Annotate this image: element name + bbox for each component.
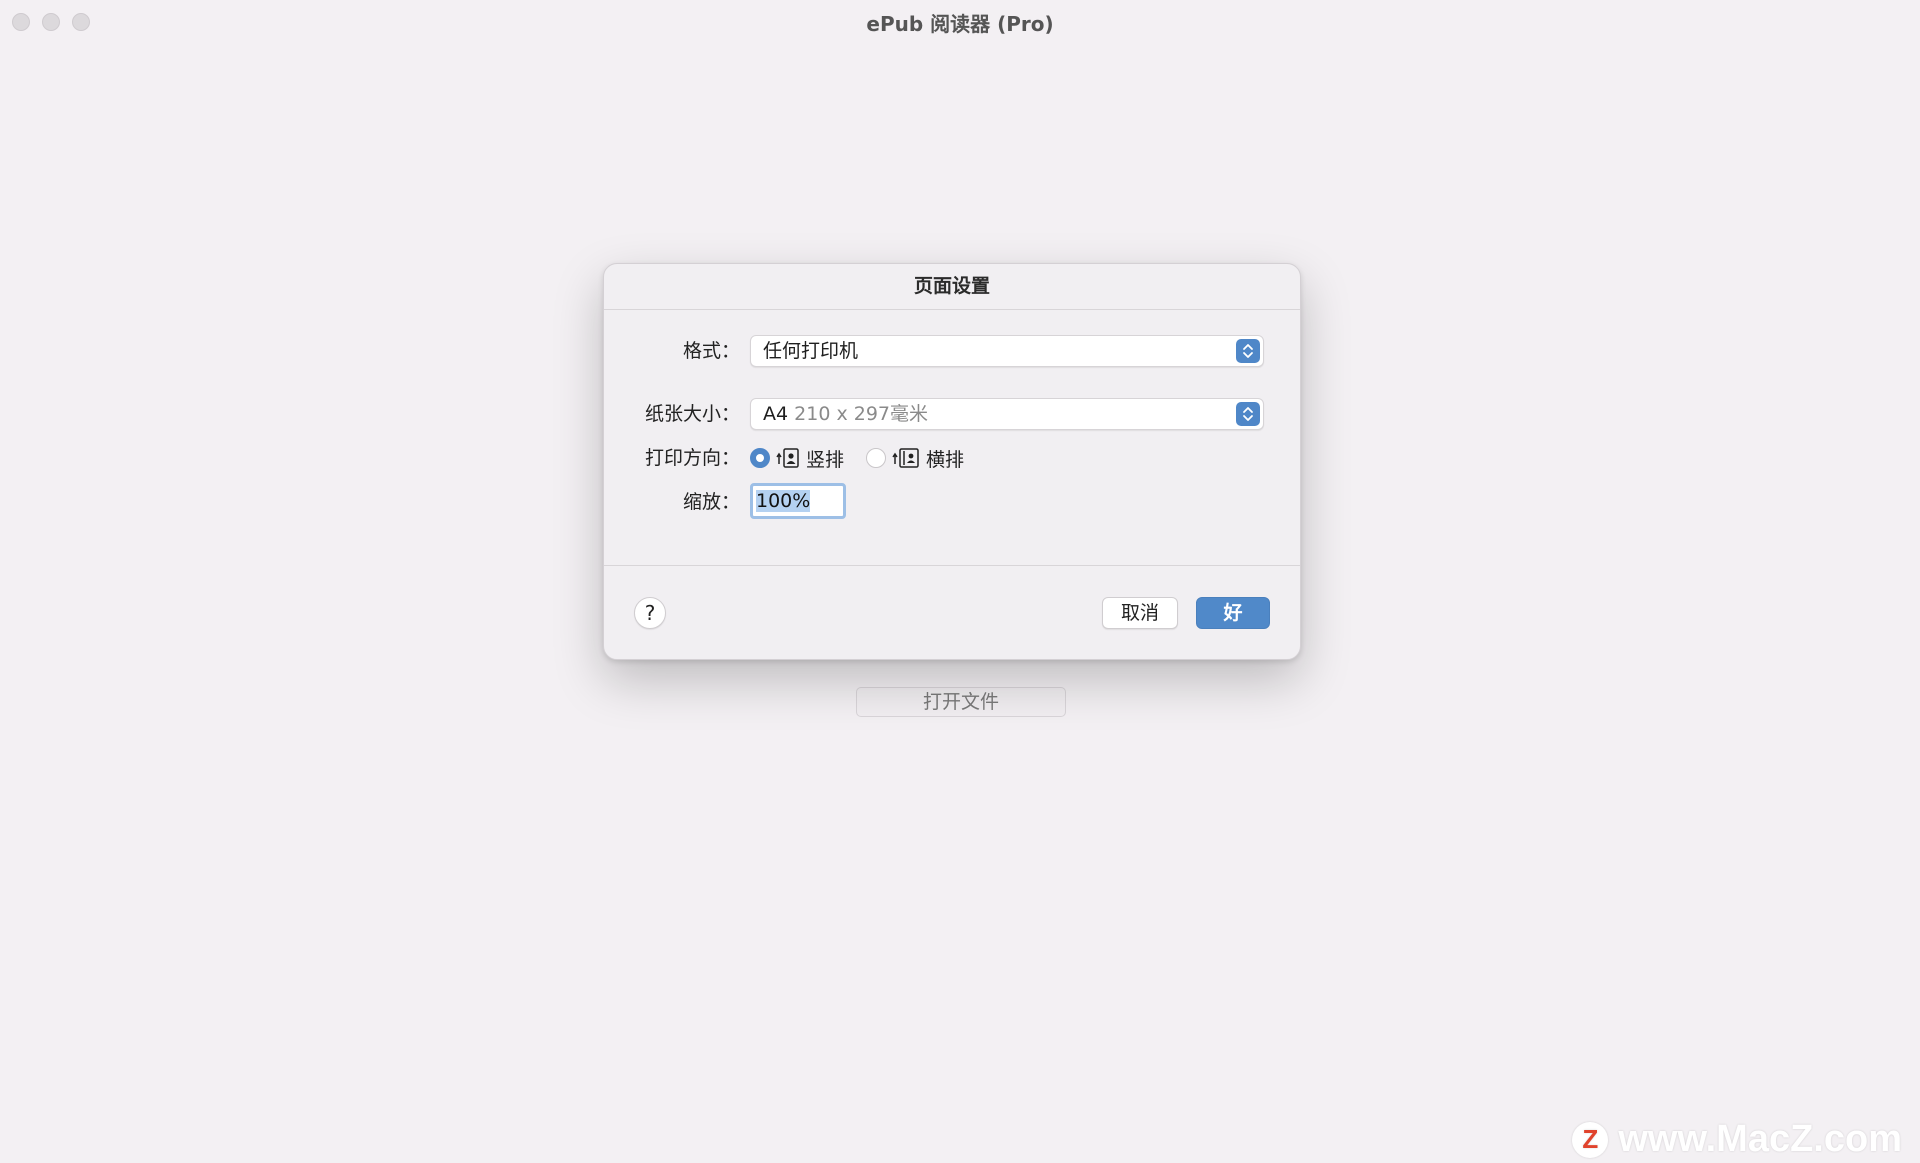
cancel-button[interactable]: 取消 — [1102, 597, 1178, 629]
paper-size-detail: 210 x 297毫米 — [794, 403, 928, 425]
open-file-button[interactable]: 打开文件 — [856, 687, 1066, 717]
watermark-text: www.MacZ.com — [1618, 1118, 1902, 1160]
portrait-radio[interactable] — [750, 448, 770, 468]
scale-label: 缩放： — [682, 491, 740, 513]
orientation-row: 打印方向： 竖排 横排 — [604, 441, 1300, 475]
orientation-radio-group: 竖排 横排 — [750, 441, 964, 475]
format-popup[interactable]: 任何打印机 — [750, 335, 1264, 367]
popup-chevron-icon — [1236, 339, 1260, 363]
app-window: ePub 阅读器 (Pro) 打开文件 页面设置 格式： 任何打印机 纸张大小：… — [0, 0, 1920, 1163]
ok-button[interactable]: 好 — [1196, 597, 1270, 629]
paper-size-popup[interactable]: A4 210 x 297毫米 — [750, 398, 1264, 430]
dialog-title: 页面设置 — [604, 264, 1300, 310]
scale-value: 100% — [756, 490, 811, 512]
landscape-radio[interactable] — [866, 448, 887, 468]
macz-logo-icon: Z — [1572, 1121, 1609, 1158]
scale-row: 缩放： 100% — [604, 483, 1300, 519]
orientation-label: 打印方向： — [644, 447, 740, 469]
watermark: Z www.MacZ.com — [1572, 1118, 1902, 1161]
window-title: ePub 阅读器 (Pro) — [866, 12, 1054, 36]
page-setup-dialog: 页面设置 格式： 任何打印机 纸张大小： A4 210 x 297毫米 打印方向… — [603, 263, 1301, 660]
format-label: 格式： — [682, 340, 740, 362]
paper-size-main: A4 — [763, 403, 789, 425]
help-button[interactable]: ? — [634, 597, 666, 629]
format-row: 格式： 任何打印机 — [604, 334, 1300, 368]
landscape-orientation-icon — [892, 447, 920, 469]
paper-size-label: 纸张大小： — [644, 403, 740, 425]
dialog-divider — [604, 565, 1300, 566]
scale-input[interactable]: 100% — [750, 483, 846, 519]
paper-size-row: 纸张大小： A4 210 x 297毫米 — [604, 397, 1300, 431]
portrait-label: 竖排 — [806, 448, 845, 471]
landscape-label: 横排 — [926, 448, 965, 471]
portrait-orientation-icon — [776, 447, 800, 469]
popup-chevron-icon — [1236, 402, 1260, 426]
format-value: 任何打印机 — [763, 340, 859, 362]
